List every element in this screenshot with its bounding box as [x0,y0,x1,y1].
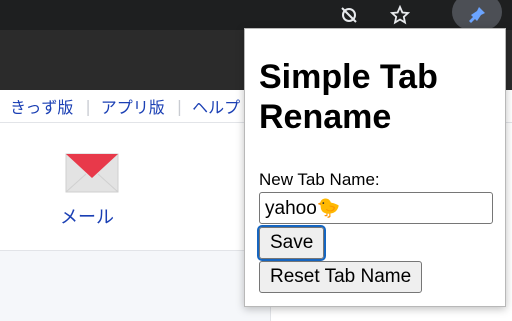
popup-title: Simple Tab Rename [259,58,438,136]
extension-button-active[interactable] [452,0,502,30]
mail-label[interactable]: メール [60,203,114,229]
mail-envelope-icon [60,153,124,200]
pin-icon [452,0,502,30]
save-button[interactable]: Save [256,225,327,261]
link-kids[interactable]: きっず版 [0,94,85,118]
tab-name-input[interactable] [259,192,493,224]
link-app[interactable]: アプリ版 [91,94,177,118]
reset-tab-name-button[interactable]: Reset Tab Name [259,261,423,293]
mail-shortcut[interactable] [56,150,128,200]
star-icon[interactable] [386,0,414,30]
content-panel [0,250,271,321]
link-help[interactable]: ヘルプ [182,94,252,118]
browser-toolbar [0,0,512,30]
eye-off-icon[interactable] [334,0,364,30]
extension-popup: Simple Tab Rename New Tab Name: Save Res… [244,28,506,307]
new-tab-name-label: New Tab Name: [259,170,380,189]
